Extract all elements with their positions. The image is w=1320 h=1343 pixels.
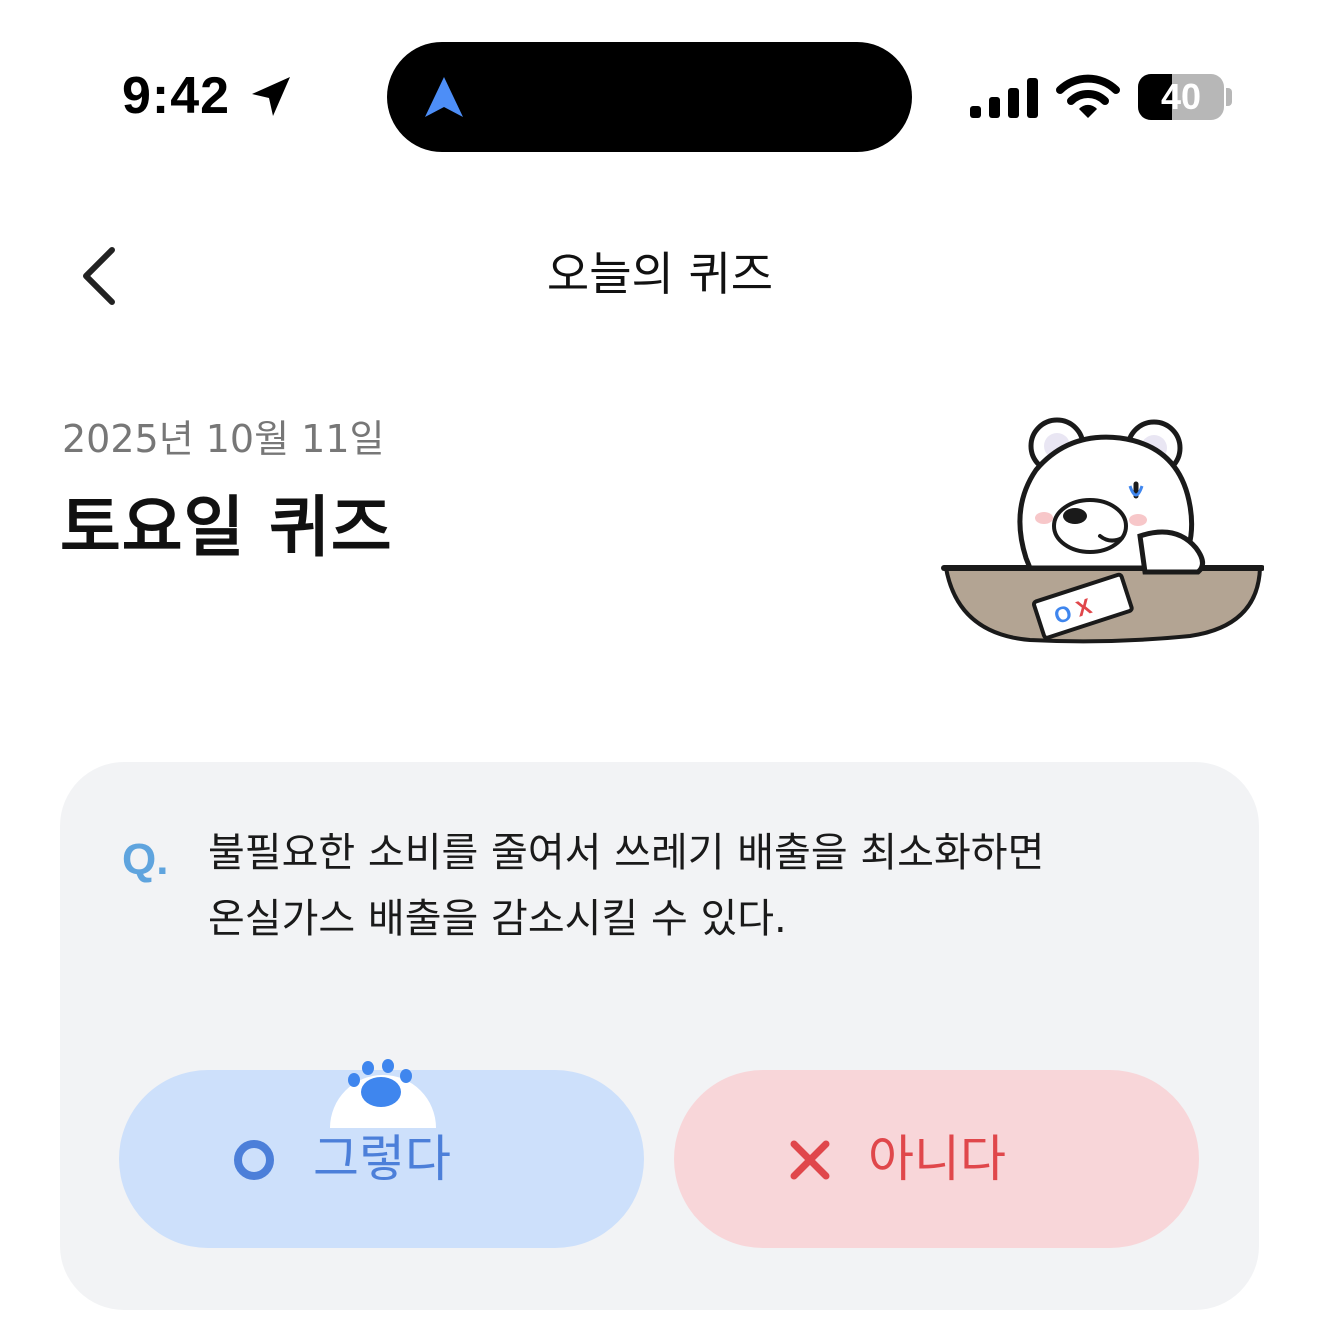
dynamic-island (387, 42, 912, 152)
answer-yes-label: 그렇다 (313, 1130, 451, 1188)
question-text: 불필요한 소비를 줄여서 쓰레기 배출을 최소화하면 온실가스 배출을 감소시킬… (208, 820, 1168, 952)
chevron-left-icon (83, 247, 115, 305)
battery-icon: 40 (1138, 74, 1224, 120)
quiz-date: 2025년 10월 11일 (62, 417, 385, 461)
location-arrow-icon (252, 77, 290, 116)
paw-icon (330, 1059, 436, 1128)
bear-illustration: OX (941, 417, 1264, 644)
x-mark-icon (790, 1140, 830, 1180)
wifi-icon (1056, 74, 1120, 118)
battery-cap (1226, 88, 1232, 106)
circle-o-icon (234, 1140, 274, 1180)
back-button[interactable] (66, 232, 138, 320)
quiz-title: 토요일 퀴즈 (60, 489, 393, 566)
question-line-2: 온실가스 배출을 감소시킬 수 있다. (208, 896, 787, 942)
answer-no-button[interactable]: 아니다 (674, 1070, 1199, 1248)
question-line-1: 불필요한 소비를 줄여서 쓰레기 배출을 최소화하면 (208, 830, 1045, 876)
navigation-icon (425, 77, 463, 117)
battery-level: 40 (1160, 76, 1202, 117)
answer-no-label: 아니다 (868, 1130, 1006, 1188)
question-marker: Q. (122, 835, 169, 884)
page-title: 오늘의 퀴즈 (546, 247, 774, 301)
status-time: 9:42 (122, 67, 231, 125)
quiz-card: Q. 불필요한 소비를 줄여서 쓰레기 배출을 최소화하면 온실가스 배출을 감… (60, 762, 1259, 1310)
cellular-signal-icon (970, 78, 1038, 118)
